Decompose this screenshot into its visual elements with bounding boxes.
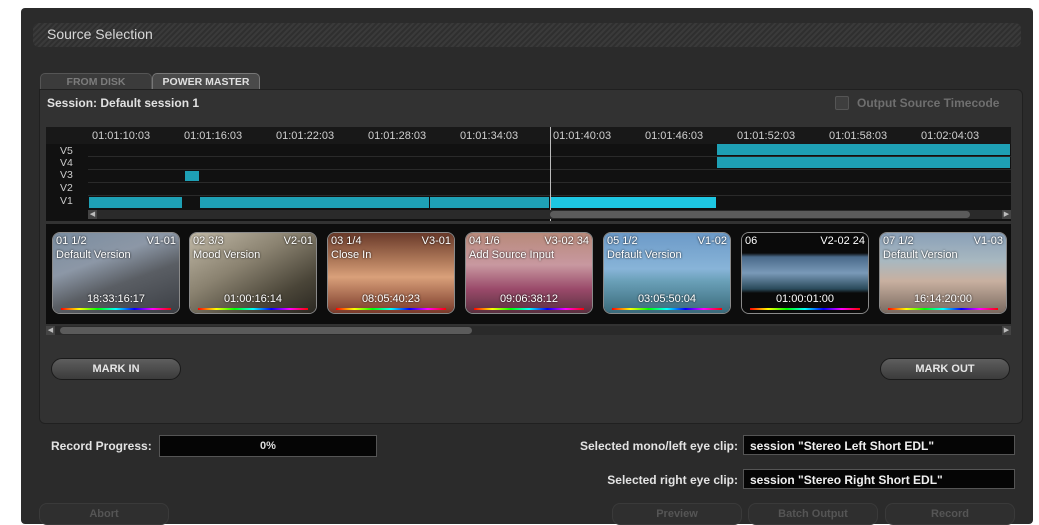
thumbnail-strip: 01 1/2 V1-01 Default Version 18:33:16:17 … [46,224,1011,335]
timecode-label: 01:01:58:03 [829,130,888,142]
batch-output-button[interactable]: Batch Output [748,503,878,525]
timecode-label: 01:01:40:03 [553,130,612,142]
color-bar [474,308,584,310]
thumbnail-track: V2-01 [283,235,313,247]
thumbnail-timecode: 03:05:50:04 [637,293,697,305]
output-source-timecode-toggle[interactable]: Output Source Timecode [835,96,999,110]
color-bar [750,308,860,310]
thumbnail-index: 07 1/2 [883,235,914,247]
timecode-label: 01:01:34:03 [460,130,519,142]
timecode-label: 01:01:16:03 [184,130,243,142]
thumbnail-card[interactable]: 04 1/6 V3-02 34 Add Source Input 09:06:38… [465,232,593,314]
color-bar [888,308,998,310]
scroll-right-arrow-icon[interactable]: ▶ [1002,210,1011,219]
timecode-label: 01:01:46:03 [645,130,704,142]
thumbnail-index: 03 1/4 [331,235,362,247]
session-label: Session: [47,96,98,110]
timecode-label: 01:01:22:03 [276,130,335,142]
thumbnail-version: Add Source Input [469,249,555,261]
thumbnail-track: V1-03 [973,235,1003,247]
thumbnail-index: 05 1/2 [607,235,638,247]
timecode-ruler[interactable]: 01:01:10:03 01:01:16:03 01:01:22:03 01:0… [46,127,1011,144]
thumbnail-card[interactable]: 02 3/3 V2-01 Mood Version 01:00:16:14 [189,232,317,314]
thumbnail-version: Default Version [56,249,131,261]
timeline-clip[interactable] [200,197,429,208]
timecode-label: 01:02:04:03 [921,130,980,142]
thumbnail-timecode: 16:14:20:00 [913,293,973,305]
thumbnail-track: V1-01 [146,235,176,247]
selected-mono-field[interactable]: session "Stereo Left Short EDL" [743,435,1015,455]
timeline-scroll-thumb[interactable] [550,211,970,218]
thumbnail-card[interactable]: 05 1/2 V1-02 Default Version 03:05:50:04 [603,232,731,314]
color-bar [612,308,722,310]
thumbnail-track: V3-01 [421,235,451,247]
mark-out-button[interactable]: MARK OUT [880,358,1010,380]
thumbnail-card[interactable]: 06 V2-02 24 01:00:01:00 [741,232,869,314]
track-label-v2: V2 [60,182,73,194]
track-label-v5: V5 [60,145,73,157]
tab-power-master[interactable]: POWER MASTER [152,73,260,90]
thumbnail-index: 01 1/2 [56,235,87,247]
thumbnail-version: Close In [331,249,372,261]
scroll-right-arrow-icon[interactable]: ▶ [1002,326,1011,335]
thumbnail-card[interactable]: 01 1/2 V1-01 Default Version 18:33:16:17 [52,232,180,314]
thumbnail-track: V3-02 34 [544,235,589,247]
scroll-left-arrow-icon[interactable]: ◀ [46,326,55,335]
timeline-clip[interactable] [89,197,182,208]
panel-titlebar: Source Selection [33,23,1021,47]
thumbnail-timecode: 01:00:16:14 [223,293,283,305]
abort-button[interactable]: Abort [39,503,169,525]
thumbnail-index: 02 3/3 [193,235,224,247]
color-bar [61,308,171,310]
track-label-v3: V3 [60,169,73,181]
panel-title: Source Selection [47,26,153,42]
timeline[interactable]: 01:01:10:03 01:01:16:03 01:01:22:03 01:0… [46,127,1011,221]
timeline-clip[interactable] [430,197,549,208]
scroll-left-arrow-icon[interactable]: ◀ [88,210,97,219]
session-info: Session: Default session 1 [47,96,199,110]
timecode-label: 01:01:52:03 [737,130,796,142]
selected-right-field[interactable]: session "Stereo Right Short EDL" [743,469,1015,489]
timeline-clip[interactable] [717,157,1010,168]
selected-mono-label: Selected mono/left eye clip: [579,439,738,453]
thumbnail-scrollbar[interactable]: ◀ ▶ [46,326,1011,335]
thumbnail-index: 04 1/6 [469,235,500,247]
thumbnail-timecode: 18:33:16:17 [86,293,146,305]
session-name: Default session 1 [100,96,200,110]
output-source-timecode-checkbox[interactable] [835,96,849,110]
thumbnail-track: V2-02 24 [820,235,865,247]
timeline-clip-selected[interactable] [551,197,716,208]
mark-in-button[interactable]: MARK IN [51,358,181,380]
timeline-scrollbar[interactable]: ◀ ▶ [88,210,1011,219]
thumbnail-version: Default Version [883,249,958,261]
thumbnail-card[interactable]: 07 1/2 V1-03 Default Version 16:14:20:00 [879,232,1007,314]
timeline-clip[interactable] [717,144,1010,155]
thumbnail-timecode: 08:05:40:23 [361,293,421,305]
selected-right-label: Selected right eye clip: [607,473,738,487]
timecode-label: 01:01:28:03 [368,130,427,142]
thumbnail-index: 06 [745,235,758,247]
timecode-label: 01:01:10:03 [92,130,151,142]
thumbnail-version: Default Version [607,249,682,261]
thumbnail-timecode: 01:00:01:00 [775,293,835,305]
thumbnail-card[interactable]: 03 1/4 V3-01 Close In 08:05:40:23 [327,232,455,314]
thumbnail-track: V1-02 [697,235,727,247]
color-bar [198,308,308,310]
record-progress-label: Record Progress: [51,439,152,453]
tab-from-disk[interactable]: FROM DISK [40,73,152,90]
track-label-v1: V1 [60,195,73,207]
timeline-clip[interactable] [185,171,199,181]
playhead[interactable] [550,127,551,221]
output-source-timecode-label: Output Source Timecode [857,96,1000,110]
thumbnail-timecode: 09:06:38:12 [499,293,559,305]
thumbnail-version: Mood Version [193,249,261,261]
record-button[interactable]: Record [885,503,1015,525]
track-label-v4: V4 [60,157,73,169]
color-bar [336,308,446,310]
preview-button[interactable]: Preview [612,503,742,525]
record-progress-bar: 0% [159,435,377,457]
thumbnail-scroll-thumb[interactable] [60,327,472,334]
